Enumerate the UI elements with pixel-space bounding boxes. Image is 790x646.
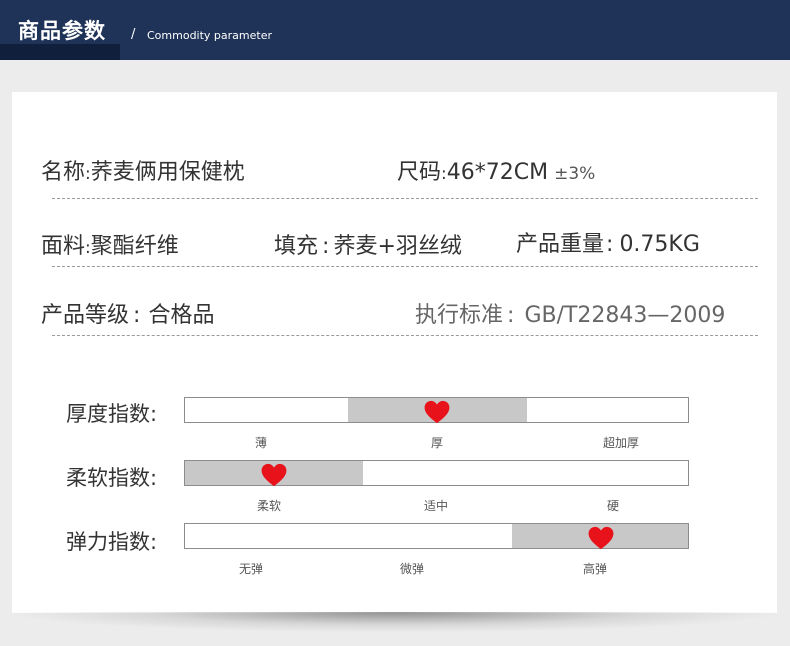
param-sep: : — [606, 232, 614, 257]
thickness-index-label: 厚度指数: — [66, 402, 158, 426]
section-subtitle: Commodity parameter — [147, 29, 273, 42]
thickness-scale-bar — [184, 397, 689, 424]
param-value: 0.75KG — [619, 232, 700, 257]
header-banner: 商品参数 / Commodity parameter — [0, 0, 790, 60]
scale-tick: 厚 — [430, 436, 444, 450]
elasticity-scale-bar — [184, 523, 689, 550]
heart-icon — [588, 526, 614, 550]
param-filling: 填充: 荞麦+羽丝绒 — [274, 228, 462, 260]
elasticity-index-label: 弹力指数: — [66, 530, 158, 554]
param-sep: : — [322, 234, 330, 259]
param-label: 产品等级 — [41, 303, 130, 328]
param-value: 46*72CM — [446, 160, 549, 185]
param-sep: : — [507, 303, 515, 328]
param-value: 荞麦+羽丝绒 — [333, 234, 462, 259]
param-value: 合格品 — [148, 303, 215, 328]
param-size: 尺码:46*72CM ±3% — [397, 154, 595, 186]
param-label: 面料 — [41, 234, 86, 259]
section-title: 商品参数 — [18, 19, 106, 43]
param-label: 填充 — [274, 234, 319, 259]
scale-tick: 柔软 — [256, 499, 282, 513]
scale-tick: 高弹 — [582, 562, 608, 576]
param-weight: 产品重量: 0.75KG — [516, 226, 700, 258]
title-underline — [0, 44, 120, 60]
scale-tick: 适中 — [423, 499, 449, 513]
param-label: 尺码 — [397, 160, 442, 185]
parameter-card: 名称:荞麦俩用保健枕 尺码:46*72CM ±3% 面料:聚酯纤维 填充: 荞麦+羽… — [12, 92, 777, 613]
softness-scale-bar — [184, 460, 689, 487]
scale-tick: 无弹 — [238, 562, 264, 576]
row-divider — [52, 266, 758, 267]
card-shadow — [12, 612, 777, 632]
param-standard: 执行标准: GB/T22843—2009 — [415, 297, 725, 329]
row-divider — [52, 198, 758, 199]
row-divider — [52, 335, 758, 336]
param-name: 名称:荞麦俩用保健枕 — [41, 154, 245, 186]
heart-icon — [261, 463, 287, 487]
size-tolerance: ±3% — [554, 164, 596, 184]
scale-tick: 薄 — [254, 436, 268, 450]
param-label: 执行标准 — [415, 303, 504, 328]
param-value: 聚酯纤维 — [90, 234, 179, 259]
param-sep: : — [133, 303, 141, 328]
param-label: 产品重量 — [516, 232, 605, 257]
softness-index-label: 柔软指数: — [66, 466, 158, 490]
scale-tick: 硬 — [606, 499, 620, 513]
title-slash: / — [131, 27, 136, 42]
scale-tick: 超加厚 — [602, 436, 640, 450]
heart-icon — [424, 400, 450, 424]
param-label: 名称 — [41, 160, 86, 185]
param-grade: 产品等级: 合格品 — [41, 297, 214, 329]
param-value: 荞麦俩用保健枕 — [90, 160, 245, 185]
param-fabric: 面料:聚酯纤维 — [41, 228, 179, 260]
param-value: GB/T22843—2009 — [524, 303, 726, 328]
scale-tick: 微弹 — [399, 562, 425, 576]
